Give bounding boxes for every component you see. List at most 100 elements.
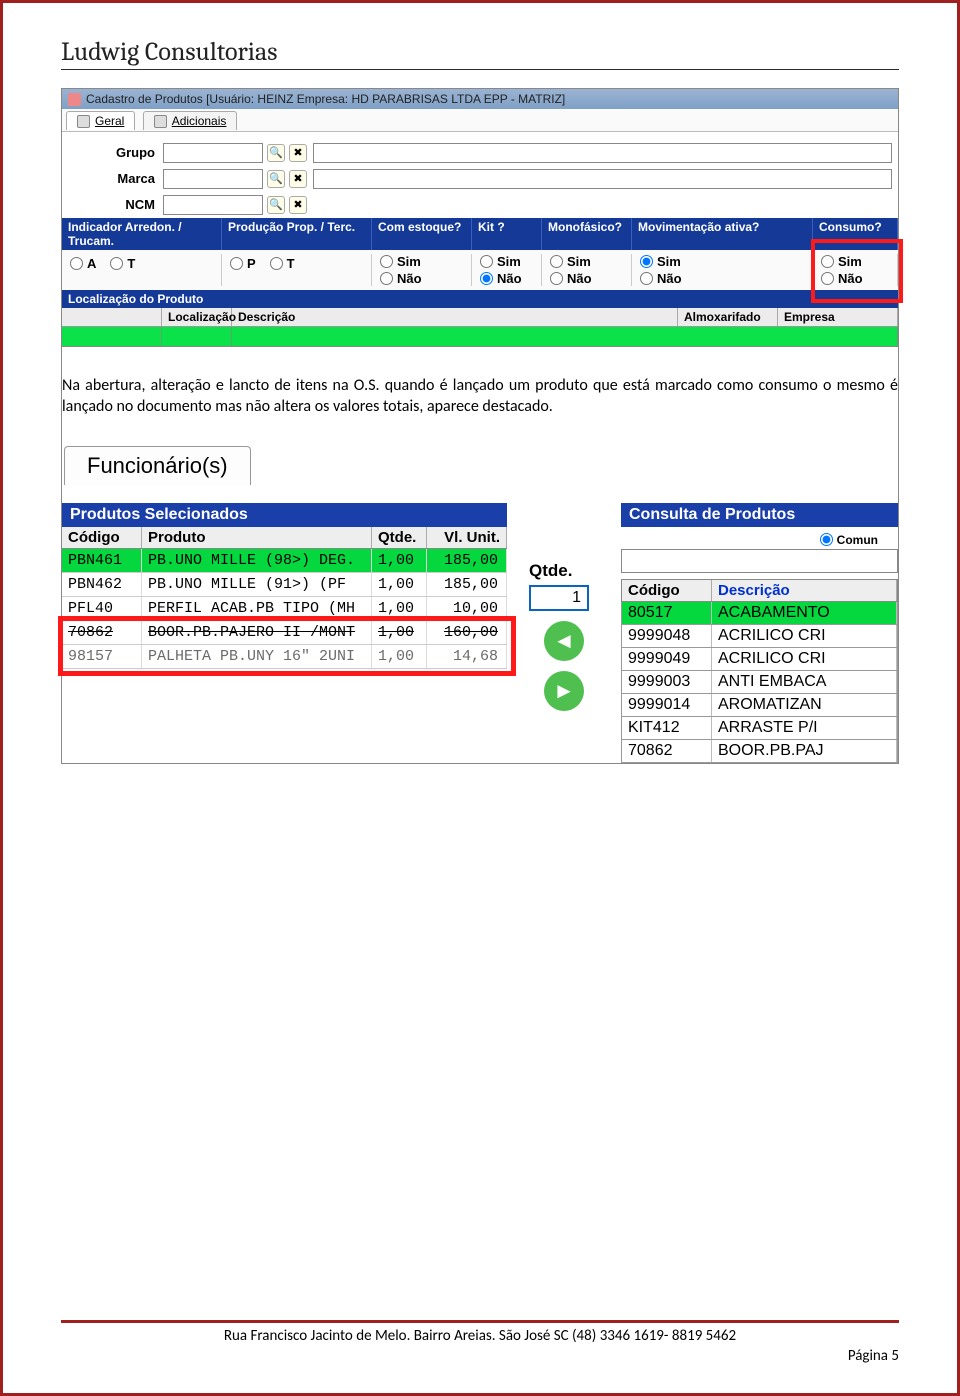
row-ncm: NCM 🔍 ✖ [62, 192, 898, 218]
col-produto: Produto [142, 527, 372, 548]
table-row[interactable]: PBN461PB.UNO MILLE (98>) DEG.1,00185,00 [62, 549, 507, 573]
marca-label: Marca [68, 171, 163, 186]
comun-option: Comun [621, 527, 898, 549]
app-icon [68, 93, 81, 106]
row-grupo: Grupo 🔍 ✖ [62, 140, 898, 166]
loc-row-selected[interactable] [62, 327, 898, 347]
kit-sim[interactable]: Sim [480, 254, 541, 269]
page-footer: Rua Francisco Jacinto de Melo. Bairro Ar… [61, 1320, 899, 1365]
right-panel-title: Consulta de Produtos [621, 503, 898, 527]
left-table-header: Código Produto Qtde. Vl. Unit. [62, 527, 507, 549]
doc-icon [154, 115, 167, 128]
search-icon[interactable]: 🔍 [267, 144, 285, 162]
header-rule [61, 69, 899, 70]
search-icon[interactable]: 🔍 [267, 196, 285, 214]
page-title: Ludwig Consultorias [61, 37, 899, 67]
radio-t2[interactable]: T [270, 256, 295, 271]
consulta-search-input[interactable] [621, 549, 898, 573]
radio-t[interactable]: T [110, 256, 135, 271]
mov-sim[interactable]: Sim [640, 254, 812, 269]
radio-comun[interactable]: Comun [820, 533, 878, 547]
empty-rows [62, 669, 507, 739]
table-row[interactable]: PBN462PB.UNO MILLE (91>) (PF1,00185,00 [62, 573, 507, 597]
annotation-highlight-row [58, 616, 516, 676]
options-row: A T P T Sim Não Sim Não Sim Não [62, 250, 898, 290]
panel-consulta-produtos: Consulta de Produtos Comun Código Descri… [621, 503, 898, 763]
kit-nao[interactable]: Não [480, 271, 541, 286]
loc-col-local: Localização [162, 308, 232, 326]
table-row[interactable]: 9999014AROMATIZAN [621, 694, 898, 717]
panel-middle: Qtde. ◄ ► [529, 503, 599, 763]
clear-icon[interactable]: ✖ [289, 196, 307, 214]
mov-nao[interactable]: Não [640, 271, 812, 286]
panel-produtos-selecionados: Produtos Selecionados Código Produto Qtd… [62, 503, 507, 763]
clear-icon[interactable]: ✖ [289, 170, 307, 188]
body-paragraph: Na abertura, alteração e lancto de itens… [62, 375, 898, 418]
form-area: Grupo 🔍 ✖ Marca 🔍 ✖ NCM 🔍 ✖ [62, 132, 898, 347]
page-number: Página 5 [61, 1347, 899, 1365]
table-row[interactable]: 9999003ANTI EMBACA [621, 671, 898, 694]
loc-col-descr: Descrição [232, 308, 678, 326]
col-codigo: Código [62, 527, 142, 548]
loc-col-empresa: Empresa [778, 308, 898, 326]
mono-nao[interactable]: Não [550, 271, 631, 286]
ncm-input[interactable] [163, 195, 263, 215]
col-kit: Kit ? [472, 218, 542, 250]
footer-rule [61, 1320, 899, 1323]
footer-text: Rua Francisco Jacinto de Melo. Bairro Ar… [61, 1327, 899, 1345]
marca-desc-input[interactable] [313, 169, 892, 189]
marca-input[interactable] [163, 169, 263, 189]
search-icon[interactable]: 🔍 [267, 170, 285, 188]
mono-sim[interactable]: Sim [550, 254, 631, 269]
ncm-label: NCM [68, 197, 163, 212]
tab-geral-label: Geral [95, 114, 124, 128]
arrow-left-icon: ◄ [553, 628, 575, 654]
col-vlunit: Vl. Unit. [427, 527, 507, 548]
loc-col-almox: Almoxarifado [678, 308, 778, 326]
table-row[interactable]: 70862BOOR.PB.PAJ [621, 740, 898, 763]
localizacao-title: Localização do Produto [62, 290, 898, 308]
tab-adicionais-label: Adicionais [172, 114, 227, 128]
tab-funcionarios[interactable]: Funcionário(s) [64, 446, 251, 485]
col-movimentacao: Movimentação ativa? [632, 218, 813, 250]
col-monofasico: Monofásico? [542, 218, 632, 250]
estoque-sim[interactable]: Sim [380, 254, 471, 269]
table-row[interactable]: 9999049ACRILICO CRI [621, 648, 898, 671]
annotation-highlight-consumo [811, 239, 903, 303]
rcol-codigo: Código [622, 580, 712, 601]
globe-icon [77, 115, 90, 128]
clear-icon[interactable]: ✖ [289, 144, 307, 162]
rcol-descricao: Descrição [712, 580, 897, 601]
col-indicador: Indicador Arredon. / Trucam. [62, 218, 222, 250]
screenshot-funcionarios: Funcionário(s) Produtos Selecionados Cód… [62, 446, 898, 763]
table-row[interactable]: 80517ACABAMENTO [621, 602, 898, 625]
loc-columns: Localização Descrição Almoxarifado Empre… [62, 308, 898, 327]
radio-p[interactable]: P [230, 256, 256, 271]
left-panel-title: Produtos Selecionados [62, 503, 507, 527]
grupo-desc-input[interactable] [313, 143, 892, 163]
tab-adicionais[interactable]: Adicionais [143, 111, 238, 130]
arrow-right-icon: ► [553, 678, 575, 704]
estoque-nao[interactable]: Não [380, 271, 471, 286]
table-row[interactable]: KIT412ARRASTE P/I [621, 717, 898, 740]
loc-col-blank [62, 308, 162, 326]
window-title-text: Cadastro de Produtos [Usuário: HEINZ Emp… [86, 92, 565, 106]
qtde-label: Qtde. [529, 561, 599, 581]
col-estoque: Com estoque? [372, 218, 472, 250]
window-titlebar: Cadastro de Produtos [Usuário: HEINZ Emp… [62, 89, 898, 109]
col-producao: Produção Prop. / Terc. [222, 218, 372, 250]
options-header: Indicador Arredon. / Trucam. Produção Pr… [62, 218, 898, 250]
tab-geral[interactable]: Geral [66, 111, 135, 130]
screenshot-cadastro-produtos: Cadastro de Produtos [Usuário: HEINZ Emp… [61, 88, 899, 764]
tab-strip: Geral Adicionais [62, 109, 898, 132]
grupo-label: Grupo [68, 145, 163, 160]
right-table-header: Código Descrição [621, 579, 898, 602]
arrow-left-button[interactable]: ◄ [544, 621, 584, 661]
radio-a[interactable]: A [70, 256, 96, 271]
row-marca: Marca 🔍 ✖ [62, 166, 898, 192]
qtde-input[interactable] [529, 585, 589, 611]
grupo-input[interactable] [163, 143, 263, 163]
col-qtde: Qtde. [372, 527, 427, 548]
arrow-right-button[interactable]: ► [544, 671, 584, 711]
table-row[interactable]: 9999048ACRILICO CRI [621, 625, 898, 648]
